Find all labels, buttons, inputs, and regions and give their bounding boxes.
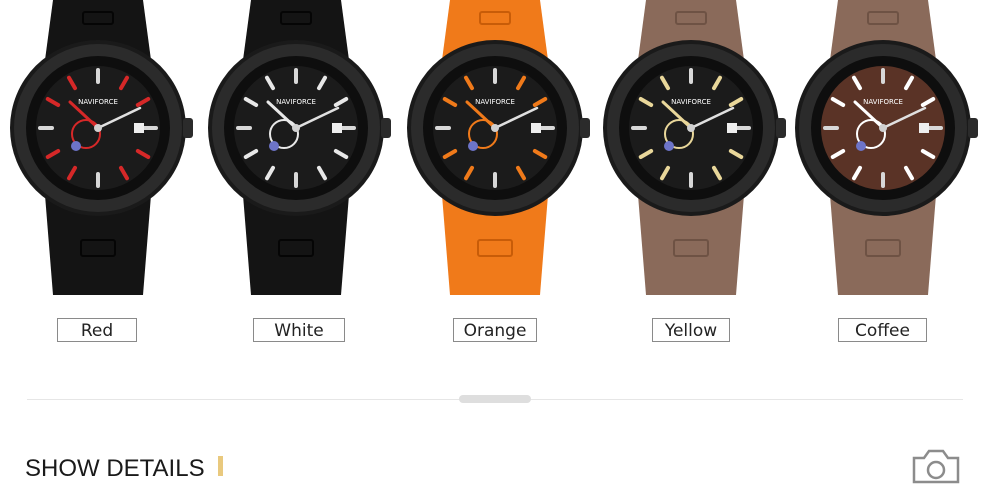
svg-text:NAVIFORCE: NAVIFORCE [276, 98, 316, 106]
svg-text:NAVIFORCE: NAVIFORCE [671, 98, 711, 106]
camera-icon [910, 444, 962, 484]
watch-illustration: NAVIFORCE [407, 0, 590, 295]
watch-gallery: NAVIFORCE NAVIFORCE NAVIFORCE NAVIFORCE … [0, 0, 990, 300]
color-labels: Red White Orange Yellow Coffee [0, 318, 990, 344]
color-label-red[interactable]: Red [57, 318, 137, 342]
title-accent-bar [218, 456, 223, 476]
watch-illustration: NAVIFORCE [603, 0, 786, 295]
watch-illustration: NAVIFORCE [208, 0, 391, 295]
watch-image-white[interactable]: NAVIFORCE [201, 0, 391, 300]
color-label-yellow[interactable]: Yellow [652, 318, 730, 342]
svg-text:NAVIFORCE: NAVIFORCE [78, 98, 118, 106]
watch-image-red[interactable]: NAVIFORCE [3, 0, 193, 300]
scroll-handle[interactable] [459, 395, 531, 403]
watch-image-yellow[interactable]: NAVIFORCE [596, 0, 786, 300]
watch-illustration: NAVIFORCE [10, 0, 193, 295]
watch-illustration: NAVIFORCE [795, 0, 978, 295]
color-label-white[interactable]: White [253, 318, 345, 342]
watch-image-coffee[interactable]: NAVIFORCE [788, 0, 978, 300]
svg-text:NAVIFORCE: NAVIFORCE [863, 98, 903, 106]
watch-image-orange[interactable]: NAVIFORCE [400, 0, 590, 300]
color-label-orange[interactable]: Orange [453, 318, 537, 342]
color-label-coffee[interactable]: Coffee [838, 318, 927, 342]
svg-text:NAVIFORCE: NAVIFORCE [475, 98, 515, 106]
section-title: SHOW DETAILS [25, 455, 205, 482]
